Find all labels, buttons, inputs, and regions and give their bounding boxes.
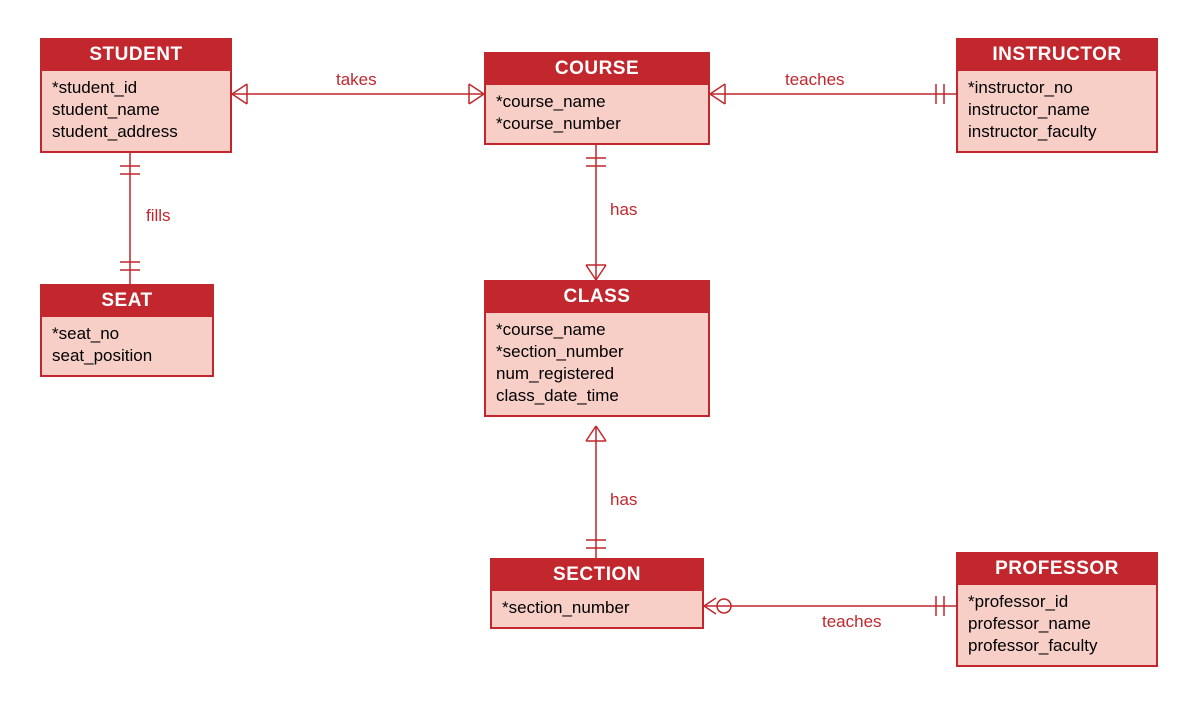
- attr: *course_name: [496, 91, 698, 113]
- entity-instructor: INSTRUCTOR *instructor_no instructor_nam…: [956, 38, 1158, 153]
- attr: *student_id: [52, 77, 220, 99]
- attr: *section_number: [502, 597, 692, 619]
- entity-course-title: COURSE: [486, 54, 708, 85]
- entity-seat-body: *seat_no seat_position: [42, 317, 212, 375]
- attr: *seat_no: [52, 323, 202, 345]
- entity-professor: PROFESSOR *professor_id professor_name p…: [956, 552, 1158, 667]
- label-has-1: has: [610, 200, 637, 220]
- entity-student: STUDENT *student_id student_name student…: [40, 38, 232, 153]
- entity-section-title: SECTION: [492, 560, 702, 591]
- rel-has-course-class: [586, 144, 606, 280]
- label-fills: fills: [146, 206, 171, 226]
- entity-course: COURSE *course_name *course_number: [484, 52, 710, 145]
- attr: student_name: [52, 99, 220, 121]
- entity-instructor-title: INSTRUCTOR: [958, 40, 1156, 71]
- entity-seat: SEAT *seat_no seat_position: [40, 284, 214, 377]
- attr: *section_number: [496, 341, 698, 363]
- entity-professor-body: *professor_id professor_name professor_f…: [958, 585, 1156, 665]
- entity-professor-title: PROFESSOR: [958, 554, 1156, 585]
- rel-has-class-section: [586, 426, 606, 558]
- entity-class-body: *course_name *section_number num_registe…: [486, 313, 708, 415]
- label-takes: takes: [336, 70, 377, 90]
- entity-section-body: *section_number: [492, 591, 702, 627]
- entity-section: SECTION *section_number: [490, 558, 704, 629]
- attr: professor_faculty: [968, 635, 1146, 657]
- attr: seat_position: [52, 345, 202, 367]
- entity-course-body: *course_name *course_number: [486, 85, 708, 143]
- attr: *course_name: [496, 319, 698, 341]
- attr: *course_number: [496, 113, 698, 135]
- label-teaches-instructor: teaches: [785, 70, 845, 90]
- attr: professor_name: [968, 613, 1146, 635]
- entity-instructor-body: *instructor_no instructor_name instructo…: [958, 71, 1156, 151]
- attr: *instructor_no: [968, 77, 1146, 99]
- entity-class-title: CLASS: [486, 282, 708, 313]
- label-teaches-professor: teaches: [822, 612, 882, 632]
- entity-seat-title: SEAT: [42, 286, 212, 317]
- attr: instructor_faculty: [968, 121, 1146, 143]
- rel-fills: [120, 152, 140, 284]
- attr: *professor_id: [968, 591, 1146, 613]
- attr: class_date_time: [496, 385, 698, 407]
- attr: num_registered: [496, 363, 698, 385]
- attr: student_address: [52, 121, 220, 143]
- entity-class: CLASS *course_name *section_number num_r…: [484, 280, 710, 417]
- attr: instructor_name: [968, 99, 1146, 121]
- entity-student-title: STUDENT: [42, 40, 230, 71]
- label-has-2: has: [610, 490, 637, 510]
- entity-student-body: *student_id student_name student_address: [42, 71, 230, 151]
